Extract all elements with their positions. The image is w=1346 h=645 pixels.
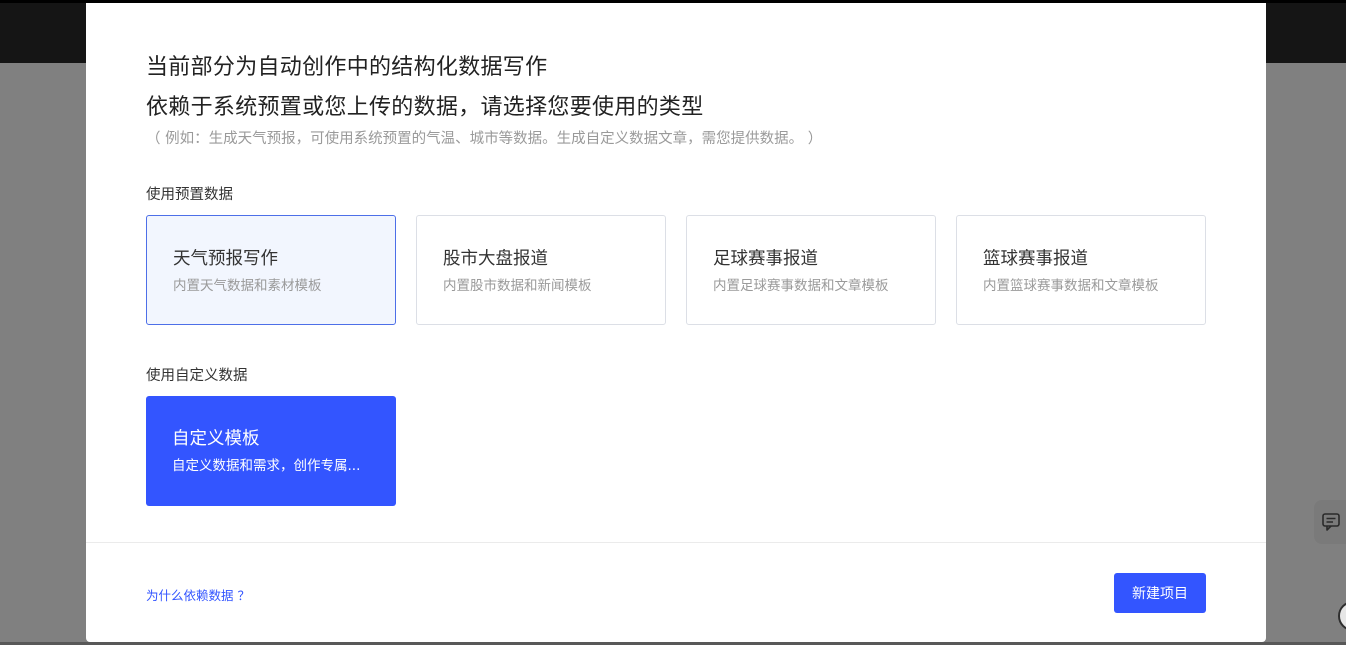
card-title: 天气预报写作 xyxy=(173,249,278,269)
floating-help-button[interactable] xyxy=(1338,601,1346,631)
dialog-hint: （ 例如：生成天气预报，可使用系统预置的气温、城市等数据。生成自定义数据文章，需… xyxy=(146,131,823,147)
card-description: 内置足球赛事数据和文章模板 xyxy=(713,278,889,294)
card-title: 篮球赛事报道 xyxy=(983,249,1088,269)
card-description: 内置篮球赛事数据和文章模板 xyxy=(983,278,1159,294)
chat-feedback-icon xyxy=(1322,513,1340,531)
card-title: 股市大盘报道 xyxy=(443,249,548,269)
weather-forecast-card[interactable]: 天气预报写作 内置天气数据和素材模板 xyxy=(146,215,396,325)
card-title: 自定义模板 xyxy=(172,429,260,449)
dialog-title-line-1: 当前部分为自动创作中的结构化数据写作 xyxy=(146,55,548,80)
data-type-dialog: 当前部分为自动创作中的结构化数据写作 依赖于系统预置或您上传的数据，请选择您要使… xyxy=(86,3,1266,642)
card-description: 内置股市数据和新闻模板 xyxy=(443,278,592,294)
card-description: 自定义数据和需求，创作专属... xyxy=(172,458,361,474)
new-project-button[interactable]: 新建项目 xyxy=(1114,573,1206,613)
why-depend-data-link[interactable]: 为什么依赖数据 ？ xyxy=(146,585,250,604)
footer-divider xyxy=(86,542,1266,543)
card-title: 足球赛事报道 xyxy=(713,249,818,269)
card-description: 内置天气数据和素材模板 xyxy=(173,278,322,294)
custom-template-card[interactable]: 自定义模板 自定义数据和需求，创作专属... xyxy=(146,396,396,506)
custom-data-section-label: 使用自定义数据 xyxy=(146,368,248,384)
stock-market-card[interactable]: 股市大盘报道 内置股市数据和新闻模板 xyxy=(416,215,666,325)
basketball-match-card[interactable]: 篮球赛事报道 内置篮球赛事数据和文章模板 xyxy=(956,215,1206,325)
football-match-card[interactable]: 足球赛事报道 内置足球赛事数据和文章模板 xyxy=(686,215,936,325)
preset-data-section-label: 使用预置数据 xyxy=(146,187,233,203)
dialog-title-line-2: 依赖于系统预置或您上传的数据，请选择您要使用的类型 xyxy=(146,95,704,120)
feedback-button[interactable] xyxy=(1314,500,1346,544)
